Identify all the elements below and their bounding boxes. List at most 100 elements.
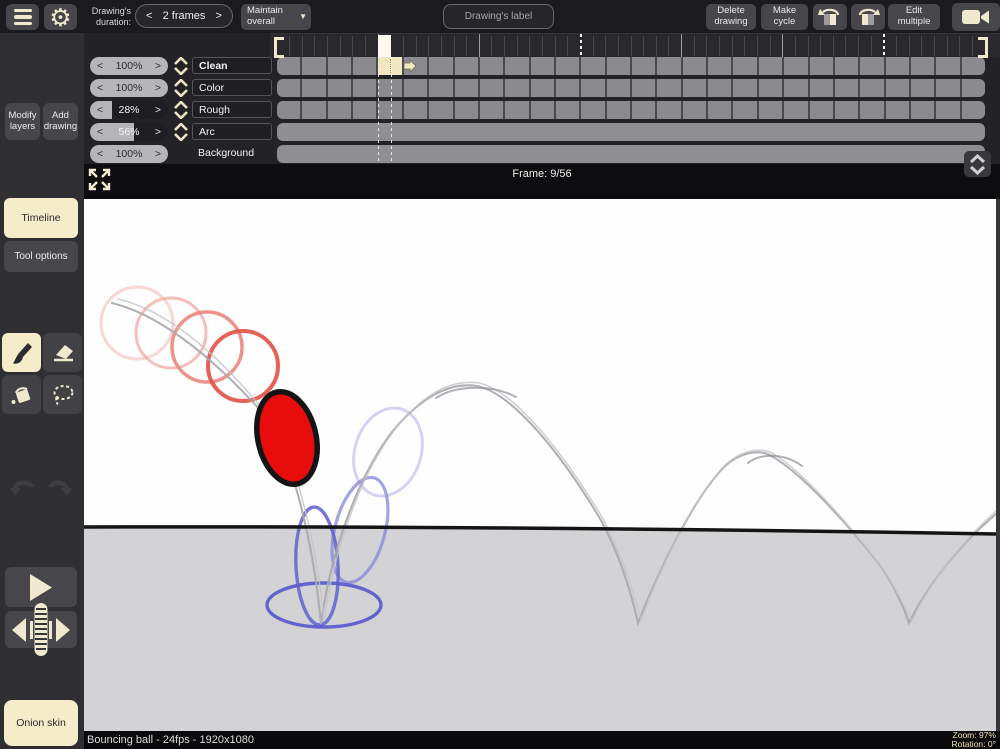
settings-button[interactable]: ⚙	[44, 4, 77, 30]
timeline-cell[interactable]	[708, 57, 731, 75]
layer-reorder-button[interactable]	[172, 123, 190, 141]
timeline-cell[interactable]	[962, 79, 985, 97]
range-end-bracket[interactable]	[978, 37, 988, 58]
flip-left-button[interactable]	[813, 4, 847, 30]
delete-drawing-button[interactable]: Delete drawing	[706, 4, 756, 30]
timeline-cell[interactable]	[353, 101, 376, 119]
timeline-cell[interactable]	[404, 79, 427, 97]
duration-next-button[interactable]: >	[216, 10, 222, 22]
edit-multiple-button[interactable]: Edit multiple	[888, 4, 940, 30]
add-drawing-button[interactable]: Add drawing	[43, 103, 78, 140]
timeline-ruler[interactable]	[270, 33, 1000, 57]
timeline-cell[interactable]	[328, 57, 351, 75]
layer-track[interactable]	[277, 123, 985, 141]
timeline-cell[interactable]	[733, 57, 756, 75]
timeline-cell[interactable]	[277, 101, 300, 119]
layer-name-arc[interactable]: Arc	[192, 123, 272, 140]
timeline-cell[interactable]	[455, 79, 478, 97]
timeline-cell[interactable]	[886, 101, 909, 119]
layer-opacity-stepper[interactable]: <56%>	[90, 123, 168, 141]
timeline-cell[interactable]	[302, 79, 325, 97]
timeline-cell[interactable]	[835, 101, 858, 119]
timeline-cell[interactable]	[455, 57, 478, 75]
eraser-tool-button[interactable]	[43, 333, 82, 372]
timeline-cell[interactable]	[581, 79, 604, 97]
layer-reorder-button[interactable]	[172, 57, 190, 75]
layer-track[interactable]	[277, 145, 985, 163]
timeline-cell[interactable]	[657, 79, 680, 97]
timeline-cell[interactable]	[328, 79, 351, 97]
timeline-cell[interactable]	[911, 101, 934, 119]
timeline-cell[interactable]	[962, 101, 985, 119]
layer-opacity-stepper[interactable]: <28%>	[90, 101, 168, 119]
timeline-cell[interactable]	[708, 79, 731, 97]
timeline-cell[interactable]	[302, 101, 325, 119]
flip-right-button[interactable]	[851, 4, 885, 30]
timeline-cell[interactable]	[860, 57, 883, 75]
timeline-cell[interactable]	[429, 79, 452, 97]
timeline-cell[interactable]	[962, 57, 985, 75]
collapse-timeline-button[interactable]	[964, 151, 991, 177]
timeline-cell[interactable]	[581, 57, 604, 75]
timeline-cell[interactable]	[835, 79, 858, 97]
timeline-cell[interactable]	[860, 79, 883, 97]
timeline-cell[interactable]	[632, 101, 655, 119]
opacity-next-button[interactable]: >	[155, 145, 161, 163]
timeline-cell[interactable]	[936, 101, 959, 119]
layer-name-background[interactable]: Background	[192, 145, 272, 162]
timeline-cell[interactable]	[480, 57, 503, 75]
make-cycle-button[interactable]: Make cycle	[761, 4, 808, 30]
timeline-cell[interactable]	[353, 79, 376, 97]
opacity-next-button[interactable]: >	[155, 123, 161, 141]
timeline-cell[interactable]	[607, 57, 630, 75]
timeline-cell[interactable]	[835, 57, 858, 75]
timeline-cell[interactable]	[277, 79, 300, 97]
layer-name-clean[interactable]: Clean	[192, 57, 272, 74]
duration-prev-button[interactable]: <	[146, 10, 152, 22]
timeline-cell[interactable]	[784, 57, 807, 75]
timeline-cell[interactable]	[277, 57, 300, 75]
timeline-cell[interactable]	[302, 57, 325, 75]
maintain-overall-dropdown[interactable]: Maintain overall ▼	[241, 4, 311, 30]
timeline-cell[interactable]	[683, 79, 706, 97]
timeline-cell[interactable]	[759, 57, 782, 75]
layer-track[interactable]	[277, 101, 985, 119]
opacity-next-button[interactable]: >	[155, 57, 161, 75]
timeline-cell[interactable]	[657, 57, 680, 75]
timeline-cell[interactable]	[632, 79, 655, 97]
timeline-cell[interactable]	[759, 79, 782, 97]
layer-opacity-stepper[interactable]: <100%>	[90, 57, 168, 75]
timeline-cell[interactable]	[531, 101, 554, 119]
timeline-cell[interactable]	[353, 57, 376, 75]
timeline-cell[interactable]	[886, 79, 909, 97]
timeline-cell[interactable]	[708, 101, 731, 119]
timeline-cell[interactable]	[911, 79, 934, 97]
timeline-cell[interactable]	[556, 79, 579, 97]
timeline-cell[interactable]	[936, 79, 959, 97]
opacity-next-button[interactable]: >	[155, 101, 161, 119]
step-back-icon[interactable]	[30, 621, 33, 639]
timeline-cell[interactable]	[455, 101, 478, 119]
timeline-cell[interactable]	[759, 101, 782, 119]
timeline-cell[interactable]	[505, 101, 528, 119]
duration-stepper[interactable]: < 2 frames >	[135, 4, 233, 28]
undo-button[interactable]	[8, 473, 38, 501]
drawing-label-input[interactable]	[443, 4, 554, 29]
layer-track[interactable]	[277, 57, 985, 75]
timeline-cell[interactable]	[810, 79, 833, 97]
step-forward-icon[interactable]	[49, 621, 52, 639]
timeline-cell[interactable]	[683, 101, 706, 119]
timeline-cell[interactable]	[581, 101, 604, 119]
tab-tool-options[interactable]: Tool options	[4, 241, 78, 272]
layer-opacity-stepper[interactable]: <100%>	[90, 145, 168, 163]
timeline-cell[interactable]	[784, 101, 807, 119]
lasso-tool-button[interactable]	[43, 375, 82, 414]
timeline-cell[interactable]	[607, 101, 630, 119]
range-start-bracket[interactable]	[274, 37, 284, 58]
timeline-cell[interactable]	[810, 101, 833, 119]
timeline-cell[interactable]	[505, 57, 528, 75]
timeline-cell[interactable]	[531, 57, 554, 75]
timeline-cell[interactable]	[429, 57, 452, 75]
timeline-cell[interactable]	[911, 57, 934, 75]
frame-scrubber[interactable]	[5, 611, 77, 648]
